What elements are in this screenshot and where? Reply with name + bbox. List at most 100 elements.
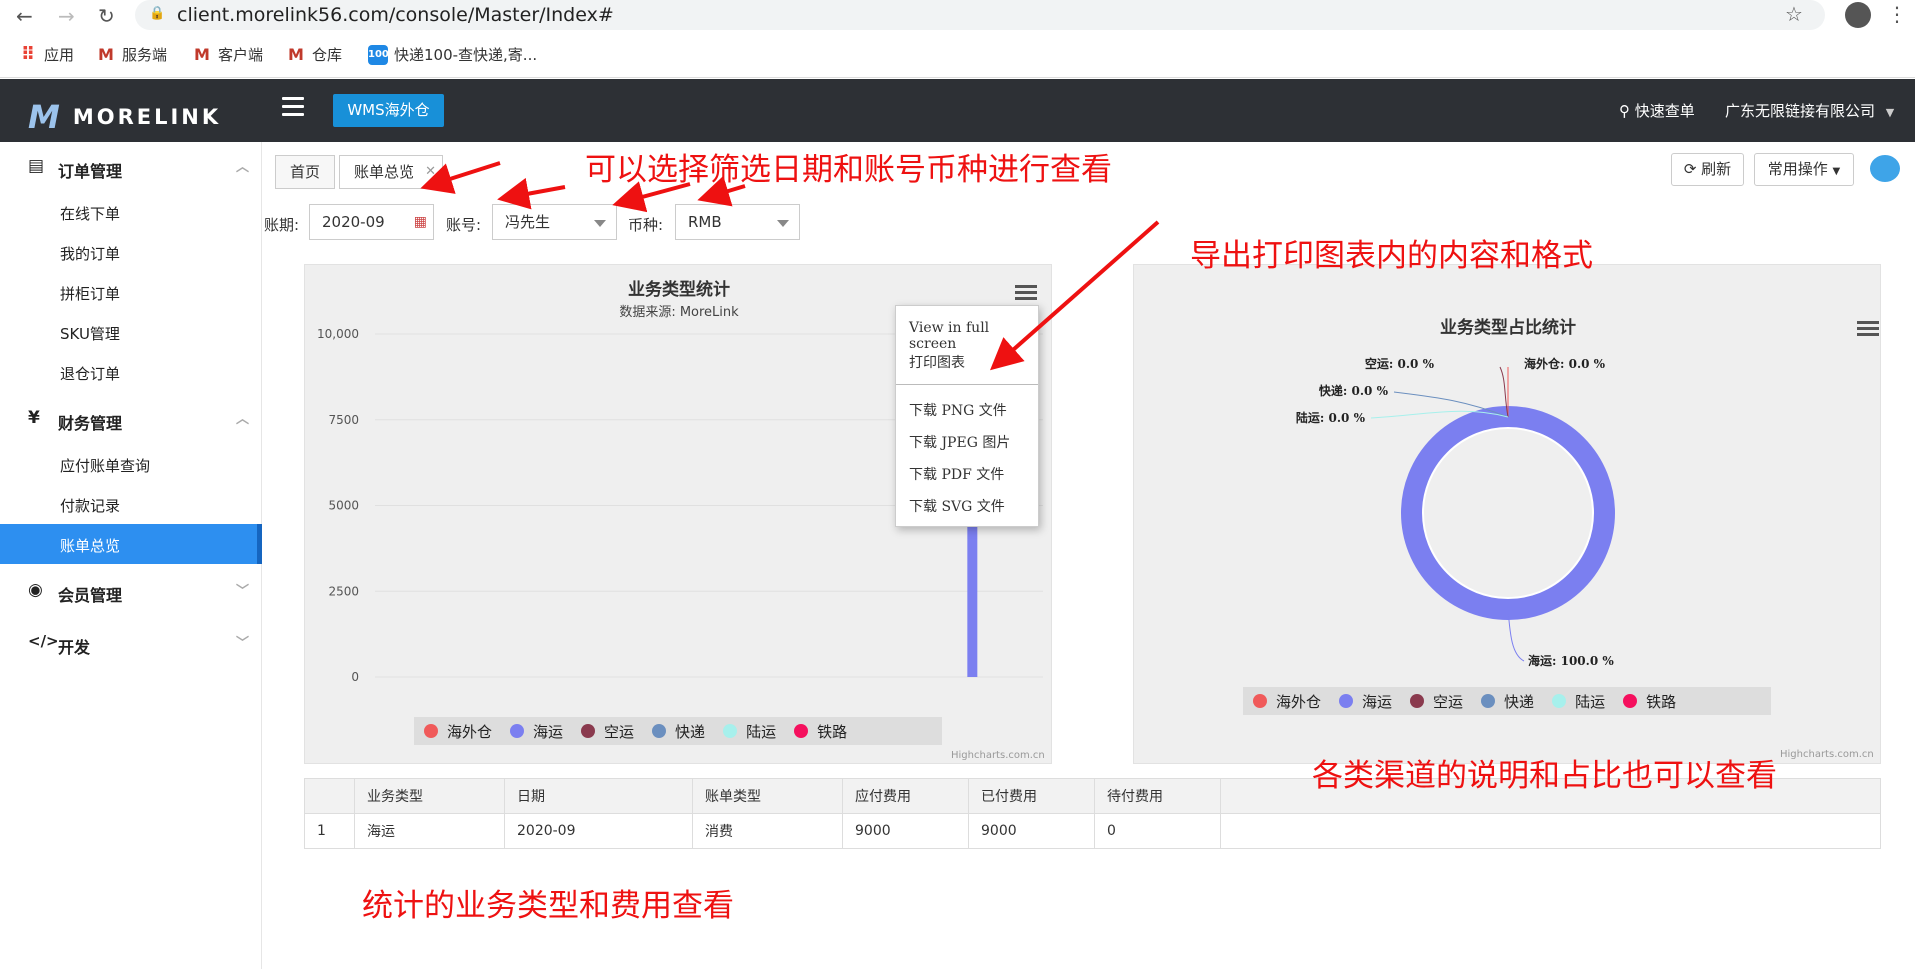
cell-date: 2020-09 [504, 813, 693, 849]
chevron-down-icon: ﹀ [236, 636, 250, 651]
chart-credit: Highcharts.com.cn [951, 750, 1045, 761]
bookmark-kuaidi100[interactable]: 100 快递100-查快递,寄... [368, 44, 537, 65]
bookmark-apps[interactable]: ⠿ 应用 [18, 44, 74, 65]
column-header: 业务类型 [354, 778, 505, 814]
address-bar[interactable]: 🔒 client.morelink56.com/console/Master/I… [135, 0, 1825, 30]
currency-select[interactable]: RMB [675, 204, 800, 240]
row-index: 1 [304, 813, 355, 849]
legend-item-overseas[interactable]: 海外仓 [1253, 691, 1321, 712]
column-header: 账单类型 [692, 778, 843, 814]
order-icon: ▤ [28, 156, 45, 176]
column-header [304, 778, 355, 814]
table-row[interactable]: 1 海运 2020-09 消费 9000 9000 0 [304, 813, 1881, 849]
column-header: 待付费用 [1094, 778, 1221, 814]
back-icon[interactable]: ← [16, 4, 33, 28]
legend-item-sea[interactable]: 海运 [1339, 691, 1392, 712]
menu-item-print[interactable]: 打印图表 [909, 352, 965, 372]
legend-item-rail[interactable]: 铁路 [1623, 691, 1676, 712]
period-date-input[interactable]: 2020-09 ▦ [309, 204, 434, 240]
refresh-button[interactable]: ⟳ 刷新 [1671, 153, 1744, 186]
menu-item-svg[interactable]: 下载 SVG 文件 [909, 496, 1005, 516]
tab-home[interactable]: 首页 [275, 155, 336, 189]
caret-down-icon [777, 220, 789, 227]
close-icon[interactable]: ✕ [425, 156, 436, 188]
sidebar-item-sku[interactable]: SKU管理 [0, 312, 262, 352]
bookmark-server[interactable]: M 服务端 [96, 44, 167, 65]
sidebar-group-dev[interactable]: </> 开发 ﹀ [0, 624, 262, 664]
profile-icon[interactable] [1845, 2, 1871, 28]
annotation-channel-note: 各类渠道的说明和占比也可以查看 [1312, 758, 1777, 794]
legend-item-express[interactable]: 快递 [652, 721, 705, 742]
morelink-m-icon: M [194, 44, 210, 64]
browser-menu-icon[interactable]: ⋮ [1887, 2, 1907, 26]
chart-export-menu: View in full screen 打印图表 下载 PNG 文件 下载 JP… [895, 305, 1039, 527]
bookmark-client[interactable]: M 客户端 [192, 44, 263, 65]
yen-icon: ¥ [28, 408, 40, 428]
legend-item-air[interactable]: 空运 [581, 721, 634, 742]
tab-bill-overview[interactable]: 账单总览 ✕ [339, 155, 444, 189]
sidebar-item-consolidated-orders[interactable]: 拼柜订单 [0, 272, 262, 312]
legend-item-overseas[interactable]: 海外仓 [424, 721, 492, 742]
wms-button[interactable]: WMS海外仓 [333, 94, 444, 127]
morelink-m-icon: M [288, 44, 304, 64]
calendar-icon[interactable]: ▦ [414, 205, 427, 239]
menu-divider [896, 384, 1038, 385]
cell-pending: 0 [1094, 813, 1221, 849]
annotation-export-note: 导出打印图表内的内容和格式 [1190, 238, 1593, 274]
annotation-stats-note: 统计的业务类型和费用查看 [362, 888, 734, 924]
sidebar-item-my-orders[interactable]: 我的订单 [0, 232, 262, 272]
page-tabs: 首页 账单总览 ✕ [275, 155, 444, 189]
y-tick-label: 2500 [328, 584, 359, 598]
sidebar-item-return-orders[interactable]: 退仓订单 [0, 352, 262, 392]
bar-chart-legend: 海外仓 海运 空运 快递 陆运 铁路 [414, 717, 942, 745]
quick-search-link[interactable]: ⚲ 快速查单 [1619, 100, 1695, 121]
common-ops-button[interactable]: 常用操作 ▼ [1754, 153, 1854, 186]
menu-item-jpeg[interactable]: 下载 JPEG 图片 [909, 432, 1010, 452]
cell-bill-type: 消费 [692, 813, 843, 849]
morelink-m-icon: M [98, 44, 114, 64]
sidebar-group-orders[interactable]: ▤ 订单管理 ︿ [0, 148, 262, 188]
donut-data-label: 空运: 0.0 % [1365, 356, 1435, 371]
currency-label: 币种: [628, 216, 664, 234]
caret-down-icon [594, 220, 606, 227]
url-text: client.morelink56.com/console/Master/Ind… [177, 4, 614, 26]
sidebar-item-online-order[interactable]: 在线下单 [0, 192, 262, 232]
menu-item-png[interactable]: 下载 PNG 文件 [909, 400, 1007, 420]
logo-mark-icon: M [28, 98, 63, 136]
sidebar-item-payment-records[interactable]: 付款记录 [0, 484, 262, 524]
chevron-down-icon: ﹀ [236, 584, 250, 599]
donut-data-label: 海运: 100.0 % [1528, 653, 1614, 668]
sidebar-item-bill-overview[interactable]: 账单总览 [0, 524, 262, 564]
sidebar-item-payable-bills[interactable]: 应付账单查询 [0, 444, 262, 484]
legend-item-air[interactable]: 空运 [1410, 691, 1463, 712]
legend-item-rail[interactable]: 铁路 [794, 721, 847, 742]
legend-marker [581, 724, 596, 738]
y-tick-label: 5000 [328, 499, 359, 513]
menu-item-pdf[interactable]: 下载 PDF 文件 [909, 464, 1004, 484]
account-label: 账号: [446, 216, 482, 234]
sidebar-group-members[interactable]: ◉ 会员管理 ﹀ [0, 572, 262, 612]
legend-item-express[interactable]: 快递 [1481, 691, 1534, 712]
kuaidi100-icon: 100 [368, 44, 389, 65]
legend-marker [510, 724, 525, 738]
pie-chart-plot: 海外仓: 0.0 % 海运: 100.0 % 空运: 0.0 % 快递: 0.0 % 陆… [1296, 356, 1615, 668]
apps-grid-icon: ⠿ [20, 43, 36, 65]
forward-icon[interactable]: → [58, 4, 75, 28]
menu-item-fullscreen[interactable]: View in full screen [909, 320, 1038, 352]
donut-data-label: 快递: 0.0 % [1319, 383, 1389, 398]
account-select[interactable]: 冯先生 [492, 204, 617, 240]
caret-down-icon: ▼ [1885, 106, 1895, 119]
star-icon[interactable]: ☆ [1785, 2, 1803, 26]
sidebar-group-finance[interactable]: ¥ 财务管理 ︿ [0, 400, 262, 440]
legend-item-land[interactable]: 陆运 [723, 721, 776, 742]
y-tick-label: 10,000 [317, 327, 359, 341]
legend-item-land[interactable]: 陆运 [1552, 691, 1605, 712]
legend-marker [1253, 694, 1267, 708]
annotation-filter-note: 可以选择筛选日期和账号币种进行查看 [585, 152, 1112, 188]
reload-icon[interactable]: ↻ [98, 4, 115, 28]
bookmark-warehouse[interactable]: M 仓库 [286, 44, 342, 65]
company-menu[interactable]: 广东无限链接有限公司 ▼ [1725, 100, 1894, 121]
menu-toggle-icon[interactable] [282, 97, 304, 119]
legend-item-sea[interactable]: 海运 [510, 721, 563, 742]
assistant-avatar[interactable] [1870, 155, 1900, 182]
